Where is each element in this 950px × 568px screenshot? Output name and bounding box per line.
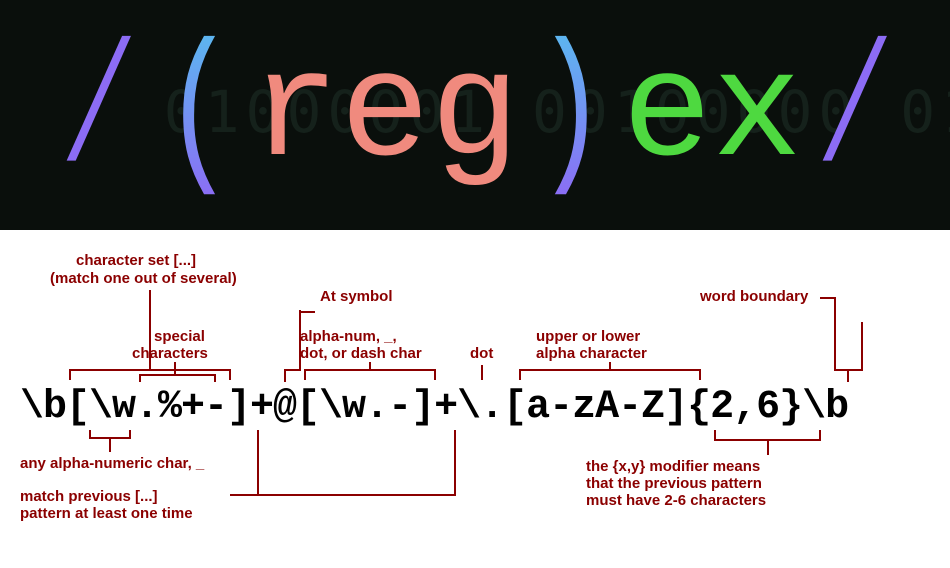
- logo-ex: ex: [622, 40, 802, 190]
- regex-diagram: \b[\w.%+-]+@[\w.-]+\.[a-zA-Z]{2,6}\b cha…: [0, 230, 950, 568]
- paren-open: (: [163, 30, 234, 200]
- paren-close: ): [535, 30, 606, 200]
- slash-close: /: [822, 30, 883, 200]
- slash-open: /: [66, 30, 127, 200]
- hero-banner: 01000001 00100000 01000101 01000001 0010…: [0, 0, 950, 230]
- hero-logo: / ( reg ) ex /: [46, 30, 904, 200]
- diagram-connectors: [0, 230, 950, 568]
- logo-reg: reg: [250, 40, 520, 190]
